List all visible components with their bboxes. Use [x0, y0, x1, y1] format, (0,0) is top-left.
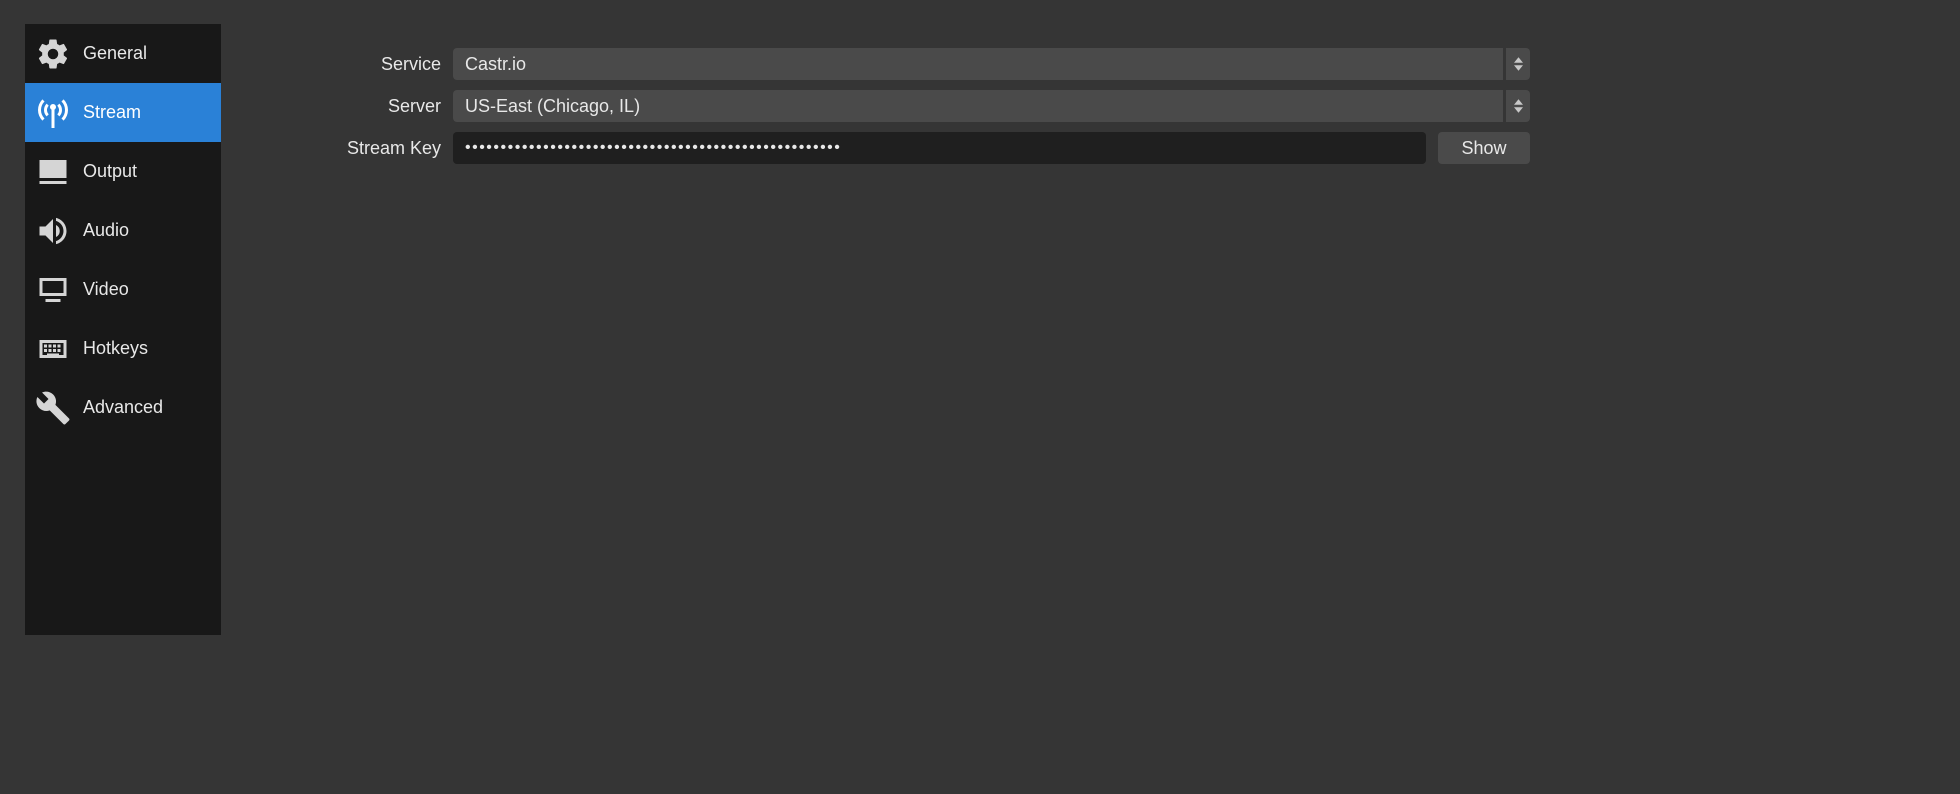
- streamkey-input[interactable]: [453, 132, 1426, 164]
- service-label: Service: [251, 54, 441, 75]
- sidebar-item-video[interactable]: Video: [25, 260, 221, 319]
- sidebar-item-label: Output: [83, 161, 137, 182]
- sidebar-item-advanced[interactable]: Advanced: [25, 378, 221, 437]
- sidebar-item-label: Stream: [83, 102, 141, 123]
- sidebar-item-label: General: [83, 43, 147, 64]
- stream-settings-panel: Service Castr.io Server US-East (Chicago…: [221, 0, 1560, 635]
- sidebar-item-label: Audio: [83, 220, 129, 241]
- stepper-icon[interactable]: [1506, 48, 1530, 80]
- server-select[interactable]: US-East (Chicago, IL): [453, 90, 1530, 122]
- sidebar-item-label: Advanced: [83, 397, 163, 418]
- settings-sidebar: General Stream Output Audio Video: [25, 24, 221, 635]
- server-value: US-East (Chicago, IL): [453, 90, 1503, 122]
- streamkey-label: Stream Key: [251, 138, 441, 159]
- sidebar-item-general[interactable]: General: [25, 24, 221, 83]
- gear-icon: [33, 34, 73, 74]
- service-select[interactable]: Castr.io: [453, 48, 1530, 80]
- tools-icon: [33, 388, 73, 428]
- service-row: Service Castr.io: [251, 48, 1530, 80]
- monitor-icon: [33, 270, 73, 310]
- sidebar-item-audio[interactable]: Audio: [25, 201, 221, 260]
- service-value: Castr.io: [453, 48, 1503, 80]
- server-row: Server US-East (Chicago, IL): [251, 90, 1530, 122]
- speaker-icon: [33, 211, 73, 251]
- sidebar-item-stream[interactable]: Stream: [25, 83, 221, 142]
- sidebar-item-hotkeys[interactable]: Hotkeys: [25, 319, 221, 378]
- output-monitor-icon: [33, 152, 73, 192]
- sidebar-item-output[interactable]: Output: [25, 142, 221, 201]
- settings-window: General Stream Output Audio Video: [0, 0, 1560, 635]
- show-button[interactable]: Show: [1438, 132, 1530, 164]
- streamkey-row: Stream Key Show: [251, 132, 1530, 164]
- keyboard-icon: [33, 329, 73, 369]
- antenna-icon: [33, 93, 73, 133]
- sidebar-item-label: Video: [83, 279, 129, 300]
- stepper-icon[interactable]: [1506, 90, 1530, 122]
- server-label: Server: [251, 96, 441, 117]
- sidebar-item-label: Hotkeys: [83, 338, 148, 359]
